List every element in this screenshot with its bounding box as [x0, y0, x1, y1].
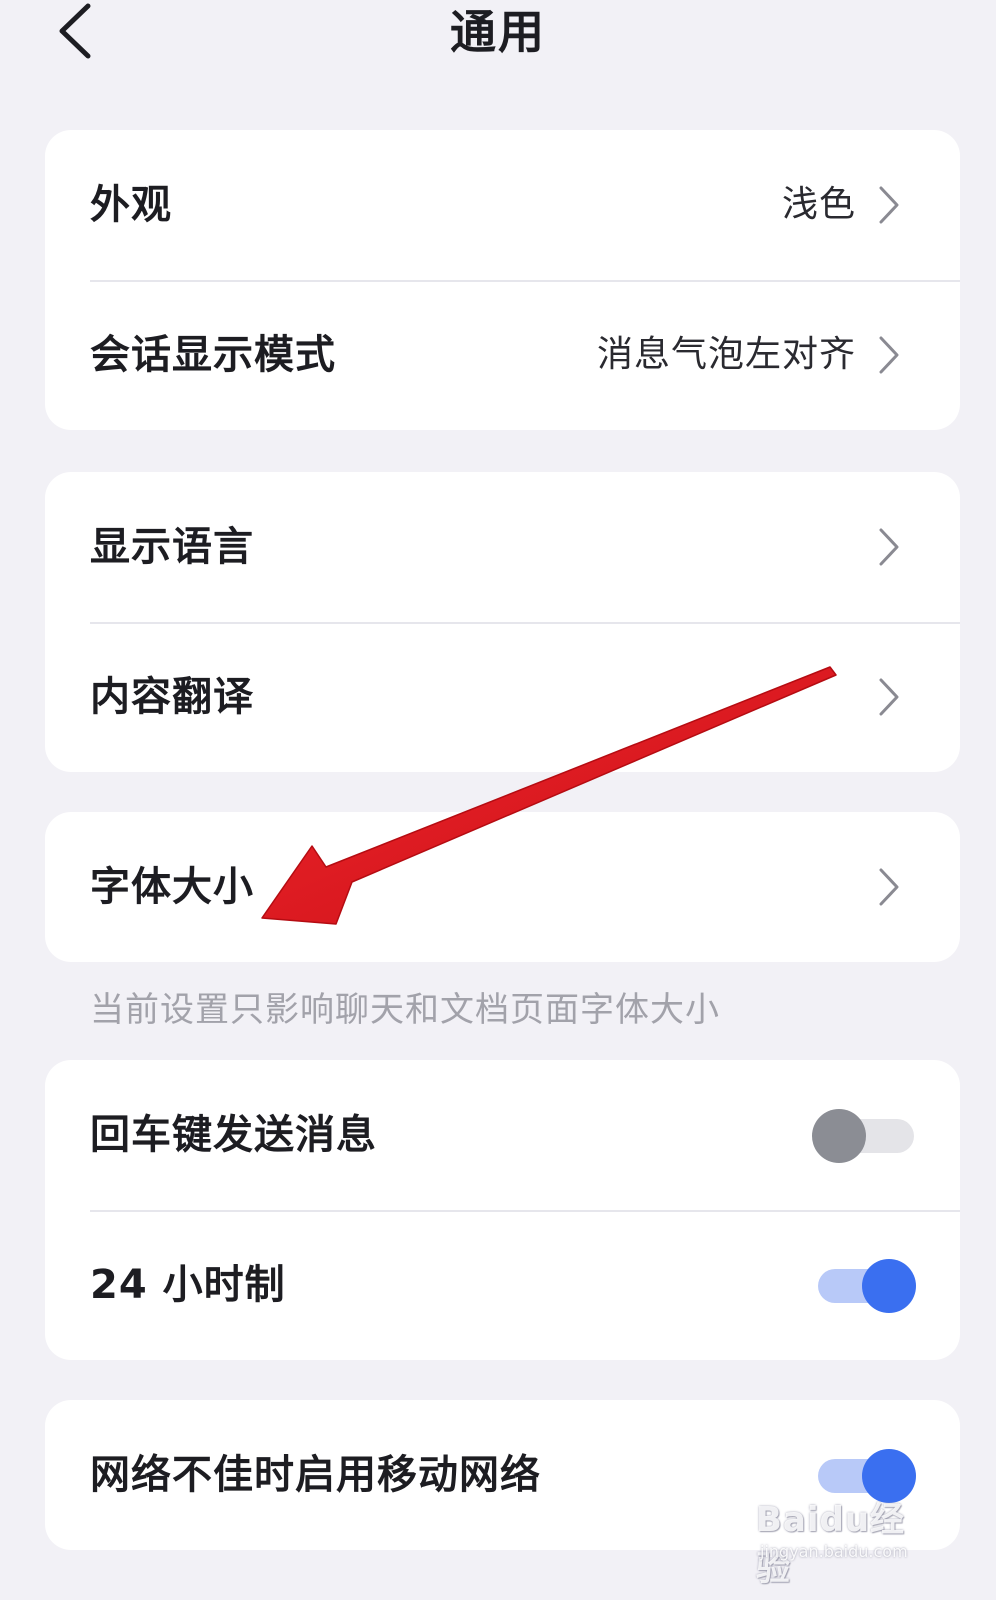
language-settings-card: 显示语言 内容翻译 — [45, 472, 960, 772]
font-size-label: 字体大小 — [90, 864, 254, 910]
appearance-row[interactable]: 外观 浅色 — [45, 130, 960, 280]
font-settings-card: 字体大小 — [45, 812, 960, 962]
enter-send-row: 回车键发送消息 — [45, 1060, 960, 1210]
toggle-knob — [812, 1109, 866, 1163]
clock-24h-toggle[interactable] — [812, 1259, 916, 1313]
mobile-network-label: 网络不佳时启用移动网络 — [90, 1452, 541, 1498]
chat-mode-row[interactable]: 会话显示模式 消息气泡左对齐 — [45, 280, 960, 430]
top-bar: 通用 — [0, 0, 996, 70]
chevron-right-icon — [879, 528, 899, 566]
watermark-url: jingyan.baidu.com — [760, 1542, 908, 1561]
clock-24h-row: 24 小时制 — [45, 1210, 960, 1360]
chat-mode-value: 消息气泡左对齐 — [596, 334, 856, 375]
font-size-hint: 当前设置只影响聊天和文档页面字体大小 — [90, 990, 720, 1030]
watermark-logo: Baidu经验 — [756, 1500, 906, 1589]
chevron-right-icon — [879, 678, 899, 716]
translation-label: 内容翻译 — [90, 674, 254, 720]
chevron-right-icon — [879, 186, 899, 224]
enter-send-label: 回车键发送消息 — [90, 1112, 377, 1158]
font-size-row[interactable]: 字体大小 — [45, 812, 960, 962]
page-title: 通用 — [450, 5, 546, 59]
enter-send-toggle[interactable] — [812, 1109, 916, 1163]
watermark: Baidu经验 jingyan.baidu.com — [756, 1492, 938, 1589]
clock-24h-label: 24 小时制 — [90, 1262, 286, 1308]
display-language-row[interactable]: 显示语言 — [45, 472, 960, 622]
chevron-right-icon — [879, 868, 899, 906]
display-settings-card: 外观 浅色 会话显示模式 消息气泡左对齐 — [45, 130, 960, 430]
message-settings-card: 回车键发送消息 24 小时制 — [45, 1060, 960, 1360]
chevron-right-icon — [879, 336, 899, 374]
translation-row[interactable]: 内容翻译 — [45, 622, 960, 772]
toggle-knob — [862, 1259, 916, 1313]
appearance-value: 浅色 — [781, 184, 856, 225]
chat-mode-label: 会话显示模式 — [90, 332, 336, 378]
appearance-label: 外观 — [90, 182, 172, 228]
display-language-label: 显示语言 — [90, 524, 254, 570]
